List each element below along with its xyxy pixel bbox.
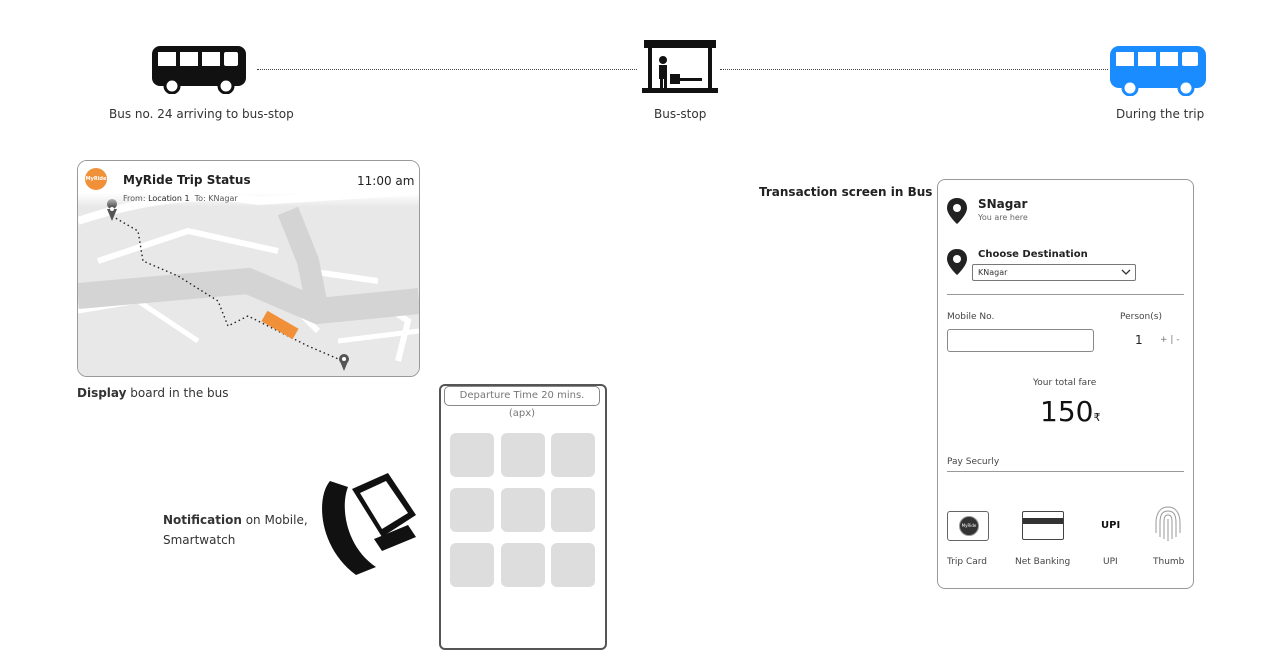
fare-label: Your total fare bbox=[1033, 378, 1097, 388]
app-tile[interactable] bbox=[551, 433, 595, 477]
bus-arriving-label: Bus no. 24 arriving to bus-stop bbox=[109, 107, 294, 121]
myride-logo-text: MyRide bbox=[85, 176, 107, 182]
display-caption-rest: board in the bus bbox=[126, 386, 229, 400]
display-board-caption: Display board in the bus bbox=[77, 386, 229, 400]
upi-mark[interactable]: UPI bbox=[1101, 520, 1120, 531]
destination-pin-icon bbox=[947, 249, 967, 275]
departure-time-pill: Departure Time 20 mins. (apx) bbox=[444, 386, 600, 419]
from-value: Location 1 bbox=[148, 194, 190, 203]
display-caption-bold: Display bbox=[77, 386, 127, 400]
minus-button[interactable]: - bbox=[1176, 335, 1179, 345]
currency-symbol: ₹ bbox=[1093, 411, 1101, 424]
pay-option-net-banking: Net Banking bbox=[1015, 557, 1071, 567]
transaction-screen: SNagar You are here Choose Destination K… bbox=[937, 179, 1194, 589]
trip-card-logo-text: MyRide bbox=[961, 523, 977, 528]
notification-caption: Notification on Mobile, Smartwatch bbox=[163, 510, 308, 550]
notification-caption-rest: on Mobile, bbox=[241, 513, 308, 527]
fingerprint-icon[interactable] bbox=[1153, 503, 1183, 543]
chevron-down-icon bbox=[1121, 269, 1131, 275]
from-prefix: From: bbox=[123, 194, 146, 203]
timeline-connector-left bbox=[257, 69, 637, 70]
board-route: From: Location 1 To: KNagar bbox=[123, 194, 238, 203]
timeline-connector-right bbox=[720, 69, 1108, 70]
myride-logo: MyRide bbox=[85, 168, 107, 190]
card-stripe bbox=[1023, 518, 1063, 524]
plus-button[interactable]: + bbox=[1160, 335, 1168, 345]
net-banking-card-icon[interactable] bbox=[1022, 511, 1064, 540]
bus-arriving-icon bbox=[152, 46, 246, 94]
current-stop: SNagar bbox=[978, 197, 1028, 211]
app-tile[interactable] bbox=[450, 433, 494, 477]
notification-caption-bold: Notification bbox=[163, 513, 242, 527]
destination-select[interactable]: KNagar bbox=[972, 264, 1136, 281]
app-tile[interactable] bbox=[551, 543, 595, 587]
fare-amount: 150₹ bbox=[1040, 395, 1100, 428]
app-tile[interactable] bbox=[501, 433, 545, 477]
pay-label: Pay Securly bbox=[947, 457, 1000, 467]
trip-card-option[interactable]: MyRide bbox=[947, 511, 989, 541]
app-tile[interactable] bbox=[501, 543, 545, 587]
stepper-separator: | bbox=[1170, 335, 1174, 345]
pay-option-trip-card: Trip Card bbox=[947, 557, 988, 567]
bus-trip-icon bbox=[1110, 46, 1206, 96]
bus-stop-label: Bus-stop bbox=[654, 107, 707, 121]
smartwatch-icon bbox=[322, 473, 416, 575]
mobile-input[interactable] bbox=[947, 329, 1094, 352]
board-time: 11:00 am bbox=[357, 174, 415, 188]
persons-stepper[interactable]: + | - bbox=[1160, 335, 1180, 345]
current-stop-sub: You are here bbox=[978, 213, 1028, 222]
destination-select-value: KNagar bbox=[978, 268, 1008, 277]
trip-card-logo: MyRide bbox=[959, 516, 979, 536]
persons-label: Person(s) bbox=[1120, 312, 1162, 322]
persons-value: 1 bbox=[1135, 333, 1143, 347]
app-tile[interactable] bbox=[501, 488, 545, 532]
choose-destination-label: Choose Destination bbox=[978, 249, 1088, 260]
mobile-label: Mobile No. bbox=[947, 312, 995, 322]
during-trip-label: During the trip bbox=[1116, 107, 1205, 121]
fare-value: 150 bbox=[1040, 395, 1094, 428]
location-pin-icon bbox=[947, 198, 967, 224]
notification-caption-line2: Smartwatch bbox=[163, 533, 236, 547]
pay-option-thumb: Thumb bbox=[1153, 557, 1185, 567]
bus-stop-icon bbox=[642, 40, 718, 93]
to-prefix: To: bbox=[194, 194, 206, 203]
pay-option-upi: UPI bbox=[1103, 557, 1118, 567]
transaction-section-label: Transaction screen in Bus bbox=[759, 185, 933, 199]
divider bbox=[947, 471, 1184, 472]
to-value: KNagar bbox=[208, 194, 238, 203]
board-title: MyRide Trip Status bbox=[123, 173, 251, 187]
app-tile[interactable] bbox=[450, 543, 494, 587]
app-tile[interactable] bbox=[551, 488, 595, 532]
divider bbox=[947, 294, 1184, 295]
mobile-phone: Departure Time 20 mins. (apx) bbox=[439, 384, 607, 650]
app-tile[interactable] bbox=[450, 488, 494, 532]
display-board: MyRide MyRide Trip Status 11:00 am From:… bbox=[77, 160, 420, 377]
